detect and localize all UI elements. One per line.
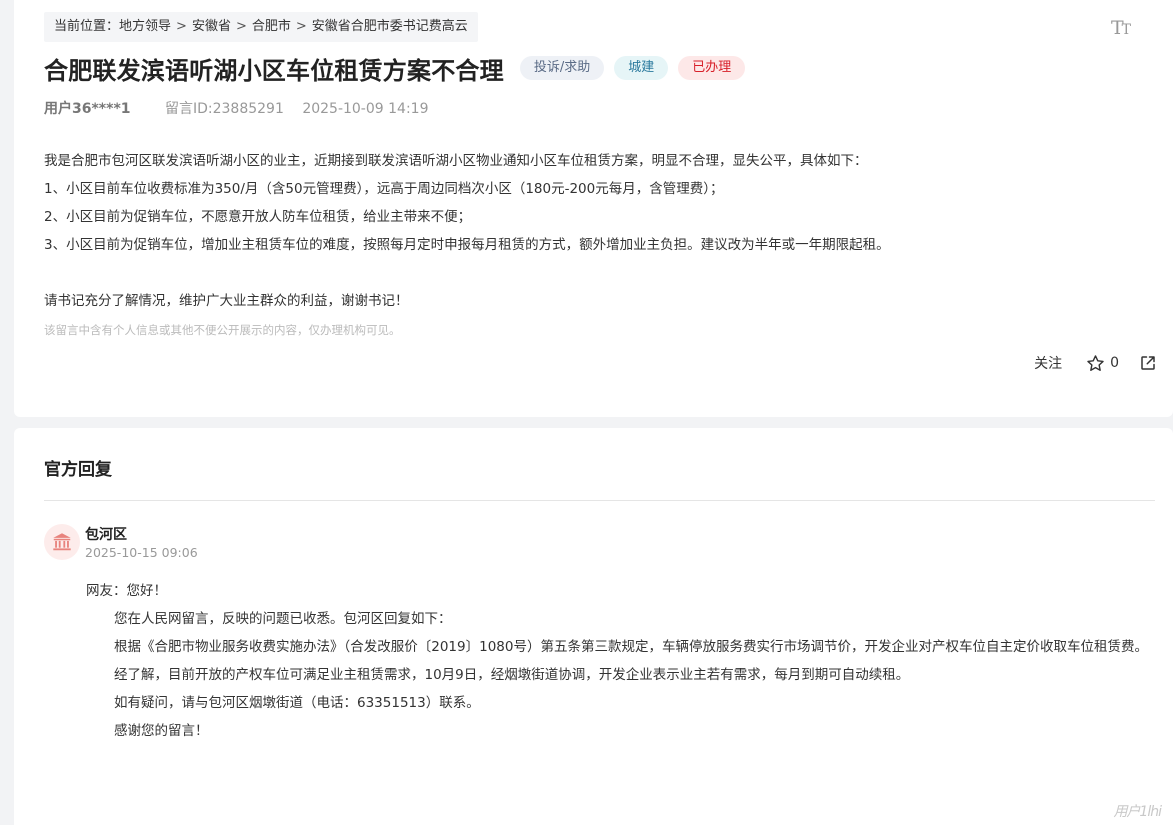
message-id: 留言ID:23885291 <box>164 101 284 117</box>
avatar <box>44 524 80 560</box>
star-icon <box>1087 354 1104 371</box>
page-title: 合肥联发滨语听湖小区车位租赁方案不合理 <box>44 56 504 85</box>
favorite-button[interactable]: 0 <box>1086 354 1119 373</box>
reply-paragraph: 根据《合肥市物业服务收费实施办法》（合发改服价〔2019〕1080号）第五条第三… <box>114 639 1148 655</box>
content-paragraph: 3、小区目前为促销车位，增加业主租赁车位的难度，按照每月定时申报每月租赁的方式，… <box>44 237 890 253</box>
government-building-icon <box>53 533 71 551</box>
font-size-toggle-icon[interactable]: TT <box>1110 17 1131 39</box>
favorite-count: 0 <box>1110 355 1119 371</box>
author-name: 用户36****1 <box>44 101 131 117</box>
content-paragraph: 2、小区目前为促销车位，不愿意开放人防车位租赁，给业主带来不便； <box>44 209 472 225</box>
reply-paragraph: 感谢您的留言！ <box>114 723 209 739</box>
post-actions: 关注 0 <box>1034 353 1157 373</box>
font-size-small-glyph: T <box>1121 22 1131 38</box>
post-datetime: 2025-10-09 14:19 <box>302 101 429 117</box>
breadcrumb-item-leader[interactable]: 安徽省合肥市委书记费高云 <box>312 12 468 42</box>
reply-content: 网友：您好！ 您在人民网留言，反映的问题已收悉。包河区回复如下： 根据《合肥市物… <box>86 577 1156 745</box>
share-icon <box>1141 356 1155 370</box>
reply-paragraph: 经了解，目前开放的产权车位可满足业主租赁需求，10月9日，经烟墩街道协调，开发企… <box>114 667 910 683</box>
reply-paragraph: 如有疑问，请与包河区烟墩街道（电话：63351513）联系。 <box>114 695 480 711</box>
breadcrumb-item-city[interactable]: 合肥市 <box>252 12 291 42</box>
official-reply-card: 官方回复 包河区 2025-10-15 09:06 网友：您好！ 您在人民网留言… <box>14 428 1173 825</box>
breadcrumb: 当前位置：地方领导 > 安徽省 > 合肥市 > 安徽省合肥市委书记费高云 <box>44 12 478 42</box>
category-tag: 投诉/求助 <box>519 56 605 80</box>
post-meta: 用户36****1 留言ID:23885291 2025-10-09 14:19 <box>44 98 428 118</box>
content-paragraph: 请书记充分了解情况，维护广大业主群众的利益，谢谢书记！ <box>44 293 409 309</box>
reply-paragraph: 您在人民网留言，反映的问题已收悉。包河区回复如下： <box>114 611 452 627</box>
section-title: 官方回复 <box>44 460 112 480</box>
breadcrumb-item-province[interactable]: 安徽省 <box>192 12 231 42</box>
reply-greeting: 网友：您好！ <box>86 583 167 599</box>
message-card: 当前位置：地方领导 > 安徽省 > 合肥市 > 安徽省合肥市委书记费高云 TT 合肥联发滨语… <box>14 0 1173 417</box>
title-row: 合肥联发滨语听湖小区车位租赁方案不合理 投诉/求助 城建 已办理 <box>44 50 746 86</box>
follow-button[interactable]: 关注 <box>1034 353 1062 373</box>
message-content: 我是合肥市包河区联发滨语听湖小区的业主，近期接到联发滨语听湖小区物业通知小区车位… <box>44 147 1154 315</box>
divider <box>44 500 1155 501</box>
content-paragraph: 1、小区目前车位收费标准为350/月（含50元管理费），远高于周边同档次小区（1… <box>44 181 724 197</box>
font-size-big-glyph: T <box>1110 17 1124 39</box>
status-badge: 已办理 <box>678 56 746 80</box>
field-tag: 城建 <box>614 56 669 80</box>
breadcrumb-item-local-leaders[interactable]: 地方领导 <box>119 12 171 42</box>
watermark: 用户1lhi <box>1113 804 1162 820</box>
reply-org-name: 包河区 <box>85 527 127 543</box>
reply-datetime: 2025-10-15 09:06 <box>85 545 198 560</box>
content-paragraph: 我是合肥市包河区联发滨语听湖小区的业主，近期接到联发滨语听湖小区物业通知小区车位… <box>44 153 868 169</box>
breadcrumb-separator: > <box>176 19 187 34</box>
breadcrumb-separator: > <box>235 19 247 34</box>
share-button[interactable] <box>1139 354 1157 372</box>
breadcrumb-separator: > <box>295 19 307 34</box>
privacy-note: 该留言中含有个人信息或其他不便公开展示的内容，仅办理机构可见。 <box>44 323 401 337</box>
breadcrumb-prefix: 当前位置： <box>54 19 120 34</box>
